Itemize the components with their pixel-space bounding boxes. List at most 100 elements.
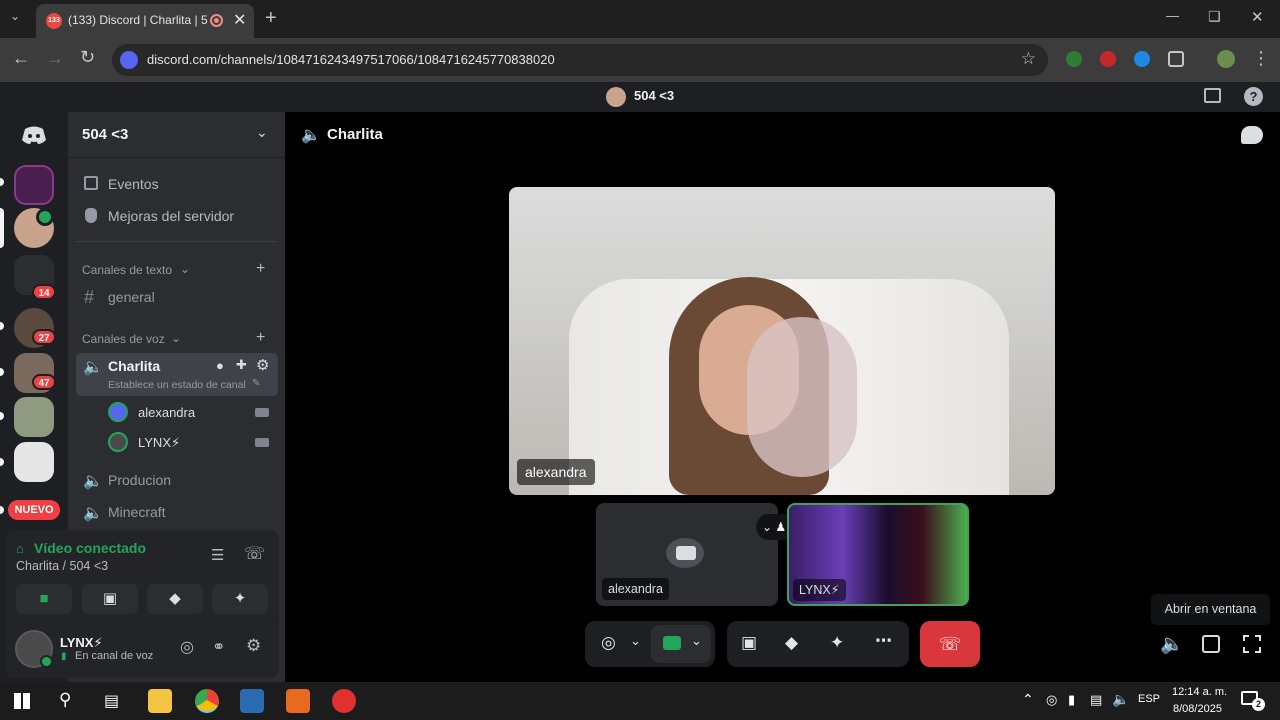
username[interactable]: LYNX⚡ — [60, 635, 103, 651]
screen-share-icon[interactable]: ▣ — [741, 633, 757, 653]
signal-icon[interactable]: ⌂ — [16, 541, 24, 556]
discord-home-icon[interactable] — [14, 115, 54, 155]
invite-user-icon[interactable]: ✚ — [236, 357, 247, 373]
site-info-icon[interactable] — [120, 51, 138, 69]
microphone-icon[interactable]: ◎ — [1046, 692, 1057, 708]
tray-chevron-icon[interactable]: ⌃ — [1022, 691, 1034, 708]
channel-general[interactable]: general — [108, 289, 155, 305]
volume-icon[interactable]: 🔈 — [1160, 632, 1184, 656]
server-icon-6[interactable] — [14, 397, 54, 437]
noise-suppression-icon[interactable]: ☰ — [211, 546, 224, 564]
server-icon-7[interactable] — [14, 442, 54, 482]
media-player-icon[interactable] — [240, 689, 264, 713]
browser-toolbar: ← → ↻ discord.com/channels/1084716243497… — [0, 38, 1280, 82]
pop-out-icon[interactable] — [1202, 635, 1220, 653]
chevron-down-icon[interactable]: ⌄ — [630, 633, 641, 649]
inbox-icon[interactable] — [1204, 88, 1221, 103]
soundboard-button[interactable]: ✦ — [212, 584, 268, 614]
battery-icon[interactable]: ▮ — [1068, 692, 1075, 708]
pencil-icon[interactable]: ✎ — [252, 378, 260, 389]
voice-member-lynx[interactable]: LYNX⚡ — [138, 435, 180, 451]
start-button[interactable] — [14, 693, 30, 709]
gear-icon[interactable]: ⚙ — [246, 636, 261, 656]
server-name: 504 <3 — [82, 126, 129, 143]
tile-name-label: alexandra — [517, 459, 595, 485]
server-boosts-item[interactable]: Mejoras del servidor — [108, 208, 234, 224]
server-icon-1[interactable] — [14, 165, 54, 205]
screen-share-button[interactable]: ▣ — [82, 584, 138, 614]
microphone-icon[interactable]: ◎ — [601, 633, 616, 653]
address-bar[interactable]: discord.com/channels/1084716243497517066… — [112, 44, 1048, 76]
avatar — [108, 432, 128, 452]
discord-title-bar: 504 <3 ? — [0, 82, 1280, 112]
bookmark-star-icon[interactable]: ☆ — [1021, 49, 1036, 69]
microphone-icon[interactable]: ◎ — [180, 637, 194, 657]
window-close-button[interactable]: ✕ — [1251, 8, 1264, 26]
shield-extension-icon[interactable] — [1066, 51, 1082, 67]
extensions-puzzle-icon[interactable] — [1168, 51, 1184, 67]
profile-avatar[interactable] — [1217, 50, 1235, 68]
call-view: 🔈 Charlita alexandra alexandra ⌄ ♟ LYNX⚡… — [285, 112, 1280, 682]
shazam-extension-icon[interactable] — [1134, 51, 1150, 67]
fl-studio-icon[interactable] — [286, 689, 310, 713]
tab-search-icon[interactable]: ⌄ — [10, 9, 20, 23]
hang-up-button[interactable]: ☏ — [920, 621, 980, 667]
voice-member-alexandra[interactable]: alexandra — [138, 405, 195, 420]
voice-channel-charlita[interactable]: 🔈 Charlita ● ✚ ⚙ Establece un estado de … — [76, 353, 278, 396]
browser-tab-discord[interactable]: 133 (133) Discord | Charlita | 50· ✕ — [36, 4, 254, 38]
window-restore-button[interactable]: ❑ — [1208, 8, 1221, 25]
discord-favicon-icon: 133 — [46, 13, 62, 29]
text-category[interactable]: Canales de texto — [82, 263, 172, 277]
voice-channel-minecraft[interactable]: Minecraft — [108, 504, 166, 520]
add-text-channel-icon[interactable]: + — [256, 260, 265, 278]
back-button[interactable]: ← — [12, 48, 30, 69]
server-header[interactable]: 504 <3 ⌄ — [68, 112, 285, 158]
unread-badge: 47 — [32, 374, 56, 390]
voice-status-panel: ⌂ Vídeo conectado Charlita / 504 <3 ☰ ☏ … — [6, 530, 279, 678]
network-icon[interactable]: ▤ — [1090, 692, 1102, 708]
chat-bubble-icon[interactable] — [1241, 126, 1263, 144]
camera-toggle-button[interactable]: ⌄ — [651, 625, 711, 663]
browser-menu-button[interactable]: ⋮ — [1252, 48, 1270, 69]
unread-badge: 27 — [32, 329, 56, 345]
clock-date[interactable]: 8/08/2025 — [1173, 703, 1222, 715]
chrome-taskbar-icon[interactable] — [195, 689, 219, 713]
disconnect-icon[interactable]: ☏ — [244, 544, 265, 564]
more-options-icon[interactable]: ⋯ — [875, 631, 892, 651]
voice-category[interactable]: Canales de voz — [82, 332, 165, 346]
fullscreen-icon[interactable] — [1243, 635, 1261, 653]
channel-status-input[interactable]: Establece un estado de canal — [108, 379, 246, 391]
volume-icon[interactable]: 🔈 — [1112, 691, 1129, 708]
gamepad-icon[interactable]: ◆ — [785, 633, 798, 653]
connection-status[interactable]: Vídeo conectado — [34, 540, 146, 556]
activity-button[interactable]: ◆ — [147, 584, 203, 614]
video-tile-alexandra[interactable]: alexandra — [596, 503, 778, 606]
search-icon[interactable]: ⚲ — [59, 690, 71, 710]
help-icon[interactable]: ? — [1244, 87, 1263, 106]
gear-icon[interactable]: ⚙ — [256, 356, 269, 374]
reload-button[interactable]: ↻ — [80, 47, 95, 68]
connection-location[interactable]: Charlita / 504 <3 — [16, 559, 108, 573]
main-video-tile[interactable]: alexandra — [509, 187, 1055, 495]
headphones-icon[interactable]: ⚭ — [212, 637, 225, 657]
soundboard-icon[interactable]: ✦ — [830, 633, 844, 653]
record-extension-icon[interactable] — [1100, 51, 1116, 67]
video-tile-lynx[interactable]: LYNX⚡ — [787, 503, 969, 606]
file-explorer-icon[interactable] — [148, 689, 172, 713]
obs-icon[interactable] — [332, 689, 356, 713]
clock-time[interactable]: 12:14 a. m. — [1172, 686, 1227, 698]
forward-button[interactable]: → — [46, 48, 64, 69]
voice-channel-producion[interactable]: Producion — [108, 472, 171, 488]
chevron-down-icon: ⌄ — [256, 124, 268, 140]
url-text[interactable]: discord.com/channels/1084716243497517066… — [147, 52, 555, 67]
window-minimize-button[interactable]: — — [1166, 8, 1179, 23]
add-voice-channel-icon[interactable]: + — [256, 329, 265, 347]
language-indicator[interactable]: ESP — [1138, 693, 1160, 705]
events-item[interactable]: Eventos — [108, 176, 159, 192]
camera-button[interactable]: ■ — [16, 584, 72, 614]
chat-bubble-icon[interactable]: ● — [216, 358, 224, 373]
task-view-icon[interactable]: ▤ — [104, 691, 119, 711]
new-badge[interactable]: NUEVO — [8, 500, 60, 520]
new-tab-button[interactable]: + — [265, 7, 277, 30]
tab-close-icon[interactable]: ✕ — [233, 10, 246, 30]
